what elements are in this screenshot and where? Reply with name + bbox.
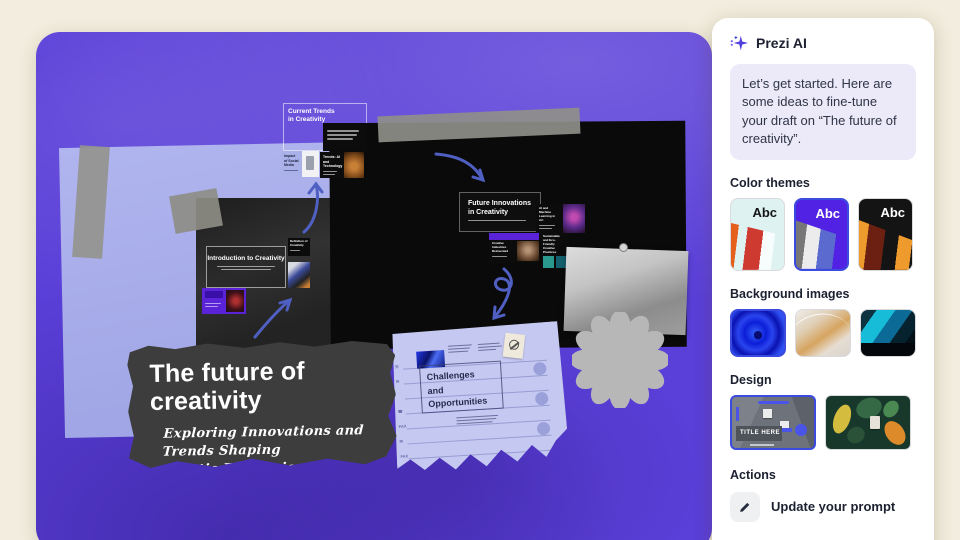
background-blue-selected[interactable] (730, 309, 786, 357)
color-theme-light[interactable]: Abc (730, 198, 785, 271)
background-beige[interactable] (795, 309, 851, 357)
background-row (730, 309, 916, 357)
flower-dot-icon (795, 424, 807, 436)
theme-row: Abc Abc Abc (730, 198, 916, 271)
design-leaves[interactable] (825, 395, 911, 450)
section-design: Design (730, 373, 916, 387)
action-label: Update your prompt (771, 499, 895, 514)
prezi-ai-panel: Prezi AI Let’s get started. Here are som… (712, 18, 934, 540)
design-row: TITLE HERE (730, 395, 916, 450)
section-color-themes: Color themes (730, 176, 916, 190)
panel-header: Prezi AI (730, 34, 916, 52)
ai-message-bubble: Let’s get started. Here are some ideas t… (730, 64, 916, 160)
background-dark-geometric[interactable] (860, 309, 916, 357)
theme-label: Abc (880, 205, 905, 220)
theme-label: Abc (815, 206, 840, 221)
pencil-icon (730, 492, 760, 522)
color-theme-dark[interactable]: Abc (858, 198, 913, 271)
arrow-doodles (36, 32, 712, 540)
action-update-prompt[interactable]: Update your prompt (730, 492, 916, 522)
presentation-canvas[interactable]: Current Trends in Creativity Impact of S… (36, 32, 712, 540)
design-moodboard-selected[interactable]: TITLE HERE (730, 395, 816, 450)
theme-label: Abc (752, 205, 777, 220)
sparkle-icon (730, 34, 748, 52)
section-actions: Actions (730, 468, 916, 482)
section-background-images: Background images (730, 287, 916, 301)
color-theme-purple-selected[interactable]: Abc (794, 198, 849, 271)
design-title-text: TITLE HERE (736, 430, 780, 436)
panel-title: Prezi AI (756, 35, 807, 51)
